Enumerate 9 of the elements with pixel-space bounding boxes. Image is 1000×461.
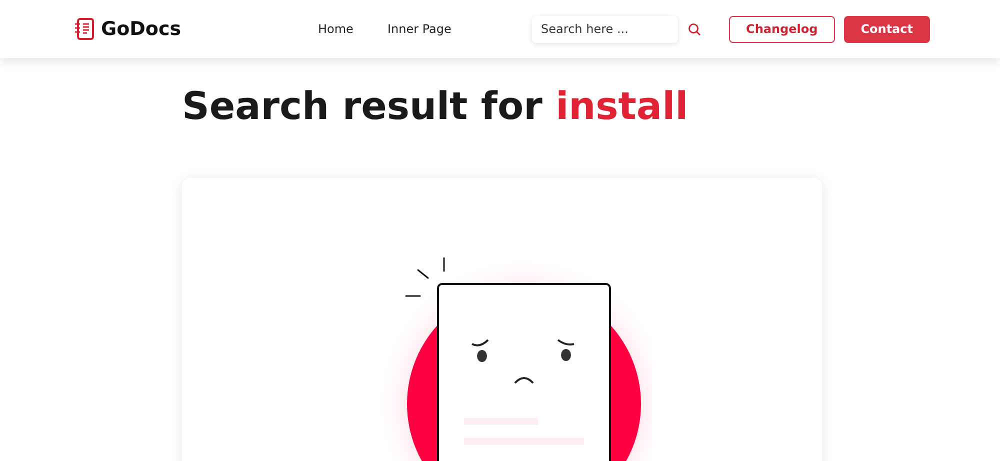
contact-button[interactable]: Contact: [844, 16, 930, 42]
notebook-icon: [75, 18, 95, 40]
nav-link[interactable]: Home: [318, 22, 354, 36]
nav-link[interactable]: Inner Page: [387, 22, 452, 36]
search-icon[interactable]: [688, 22, 702, 36]
page-title: Search result for install: [182, 84, 690, 128]
brand-name[interactable]: GoDocs: [101, 18, 182, 40]
changelog-button[interactable]: Changelog: [729, 16, 835, 42]
search-field[interactable]: Search here ...: [532, 16, 678, 42]
